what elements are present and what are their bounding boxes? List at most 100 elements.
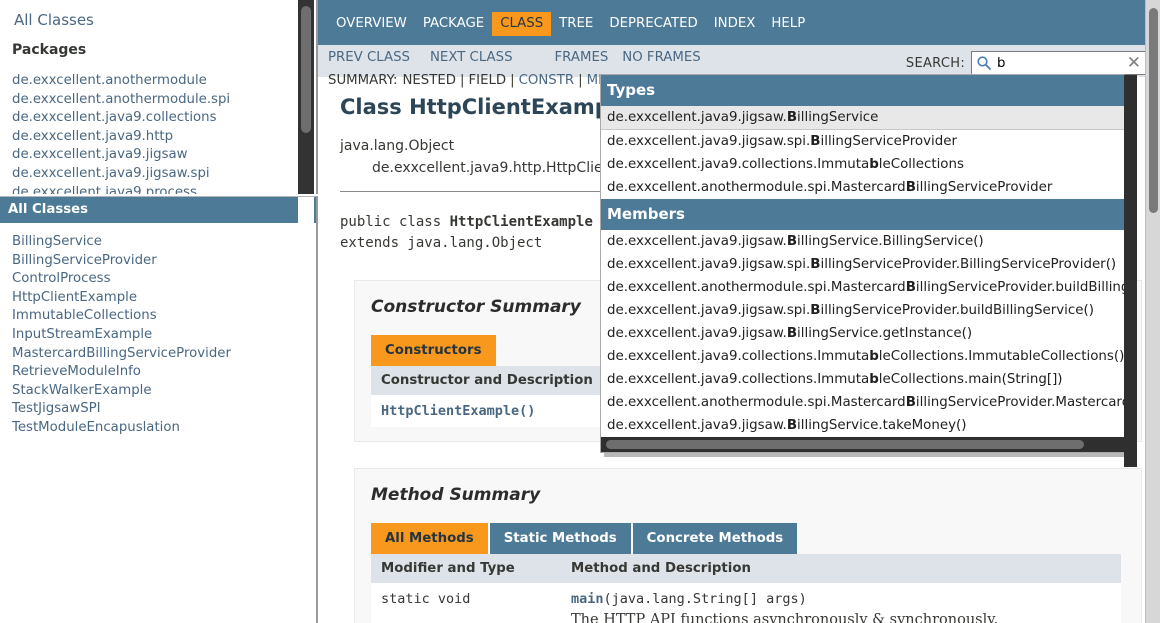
tab-all-methods[interactable]: All Methods [371,523,488,554]
package-link[interactable]: de.exxcellent.java9.jigsaw [12,147,188,164]
next-class-link[interactable]: NEXT CLASS [430,50,513,65]
package-link[interactable]: de.exxcellent.java9.http [12,129,173,146]
tab-constructors[interactable]: Constructors [371,335,496,366]
class-link[interactable]: HttpClientExample [12,290,137,307]
no-frames-link[interactable]: NO FRAMES [622,50,700,65]
package-link[interactable]: de.exxcellent.java9.process [12,185,197,194]
tab-static-methods[interactable]: Static Methods [489,523,631,554]
search-result-item[interactable]: de.exxcellent.anothermodule.spi.Masterca… [601,176,1124,199]
top-nav-label[interactable]: INDEX [706,12,764,36]
search-results-dropdown[interactable]: Types de.exxcellent.java9.jigsaw.Billing… [600,74,1137,467]
class-link[interactable]: BillingServiceProvider [12,253,157,270]
search-result-item[interactable]: de.exxcellent.java9.jigsaw.BillingServic… [601,230,1124,253]
top-nav-label[interactable]: CLASS [492,12,552,36]
class-link[interactable]: BillingService [12,234,102,251]
list-item: de.exxcellent.java9.http [12,127,306,146]
dropdown-horizontal-scrollbar-thumb[interactable] [606,440,1084,449]
class-link[interactable]: StackWalkerExample [12,383,152,400]
result-prefix: de.exxcellent.java9.jigsaw.spi. [607,134,811,149]
dropdown-vertical-scrollbar[interactable] [1124,75,1137,467]
search-result-item[interactable]: de.exxcellent.anothermodule.spi.Masterca… [601,391,1124,414]
list-item: TestJigsawSPI [12,399,316,418]
search-result-item[interactable]: de.exxcellent.java9.jigsaw.spi.BillingSe… [601,253,1124,276]
prev-class-link[interactable]: PREV CLASS [328,50,410,65]
search-result-item[interactable]: de.exxcellent.java9.jigsaw.spi.BillingSe… [601,130,1124,153]
result-match-highlight: b [869,157,879,172]
top-nav-label[interactable]: TREE [551,12,601,36]
class-link[interactable]: MastercardBillingServiceProvider [12,346,231,363]
search-icon [976,55,992,71]
javadoc-page: All Classes Packages de.exxcellent.anoth… [0,0,1160,623]
search-input[interactable] [992,55,1117,71]
list-item: de.exxcellent.java9.process [12,183,306,194]
class-link[interactable]: TestJigsawSPI [12,401,101,418]
page-scrollbar[interactable] [1145,0,1160,623]
package-link[interactable]: de.exxcellent.anothermodule [12,73,207,90]
all-classes-frame-scrollbar[interactable] [298,197,314,623]
summary-nested: NESTED [402,72,457,88]
constructor-link[interactable]: HttpClientExample() [381,403,535,419]
search-result-item[interactable]: de.exxcellent.java9.jigsaw.BillingServic… [601,322,1124,345]
class-link[interactable]: RetrieveModuleInfo [12,364,141,381]
class-link[interactable]: ControlProcess [12,271,111,288]
method-link[interactable]: main [571,591,604,607]
method-col-method: Method and Description [561,554,1121,583]
summary-sep-2: | [510,72,515,88]
package-link[interactable]: de.exxcellent.java9.jigsaw.spi [12,166,210,183]
class-link[interactable]: InputStreamExample [12,327,152,344]
frames-link[interactable]: FRAMES [555,50,609,65]
result-prefix: de.exxcellent.anothermodule.spi.Masterca… [607,280,906,295]
tab-concrete-methods[interactable]: Concrete Methods [632,523,798,554]
result-prefix: de.exxcellent.java9.jigsaw. [607,110,787,125]
all-classes-link-top[interactable]: All Classes [12,8,306,30]
class-link[interactable]: TestModuleEncapuslation [12,420,180,437]
package-frame-scrollbar[interactable] [298,0,314,194]
result-prefix: de.exxcellent.java9.jigsaw. [607,234,787,249]
top-nav-label[interactable]: PACKAGE [415,12,492,36]
result-prefix: de.exxcellent.anothermodule.spi.Masterca… [607,395,906,410]
top-nav-item-overview[interactable]: OVERVIEW [328,12,415,36]
package-link[interactable]: de.exxcellent.anothermodule.spi [12,92,230,109]
summary-field: FIELD [468,72,507,88]
list-item: ControlProcess [12,269,316,288]
search-result-item[interactable]: de.exxcellent.java9.jigsaw.BillingServic… [601,106,1124,130]
list-item: InputStreamExample [12,325,316,344]
top-nav-label[interactable]: DEPRECATED [601,12,705,36]
top-nav-item-help[interactable]: HELP [763,12,813,36]
package-frame-scrollbar-thumb[interactable] [301,6,311,133]
top-nav-item-package[interactable]: PACKAGE [415,12,492,36]
list-item: de.exxcellent.java9.jigsaw [12,145,306,164]
result-prefix: de.exxcellent.java9.jigsaw. [607,418,787,433]
top-nav-item-index[interactable]: INDEX [706,12,764,36]
result-match-highlight: B [905,280,916,295]
result-prefix: de.exxcellent.java9.collections.Immuta [607,157,870,172]
top-nav-label[interactable]: OVERVIEW [328,12,415,36]
close-icon[interactable]: ✕ [1127,54,1141,72]
search-result-item[interactable]: de.exxcellent.java9.collections.Immutabl… [601,345,1124,368]
search-input-wrapper[interactable]: ✕ [971,51,1146,75]
method-description-cell: main(java.lang.String[] args) The HTTP AP… [561,583,1121,623]
search-result-item[interactable]: de.exxcellent.java9.jigsaw.spi.BillingSe… [601,299,1124,322]
search-result-item[interactable]: de.exxcellent.anothermodule.spi.Masterca… [601,276,1124,299]
result-prefix: de.exxcellent.java9.jigsaw.spi. [607,257,811,272]
list-item: BillingService [12,232,316,251]
method-table: Modifier and Type Method and Description… [371,554,1121,623]
result-suffix: leCollections.ImmutableCollections() [878,349,1124,364]
top-nav-item-tree[interactable]: TREE [551,12,601,36]
class-link[interactable]: ImmutableCollections [12,308,157,325]
top-nav-item-class[interactable]: CLASS [492,12,552,36]
page-scrollbar-thumb[interactable] [1149,8,1158,213]
dropdown-members-list: de.exxcellent.java9.jigsaw.BillingServic… [601,230,1124,437]
summary-constr-link[interactable]: CONSTR [519,73,575,88]
method-col-modifier: Modifier and Type [371,554,561,583]
search-result-item[interactable]: de.exxcellent.java9.collections.Immutabl… [601,368,1124,391]
result-match-highlight: B [810,134,821,149]
dropdown-horizontal-scrollbar[interactable] [601,437,1124,452]
search-result-item[interactable]: de.exxcellent.java9.jigsaw.BillingServic… [601,414,1124,437]
package-link[interactable]: de.exxcellent.java9.collections [12,110,217,127]
result-match-highlight: B [810,257,821,272]
method-modifier-cell: static void [371,583,561,623]
top-nav-item-deprecated[interactable]: DEPRECATED [601,12,705,36]
search-result-item[interactable]: de.exxcellent.java9.collections.Immutabl… [601,153,1124,176]
top-nav-label[interactable]: HELP [763,12,813,36]
